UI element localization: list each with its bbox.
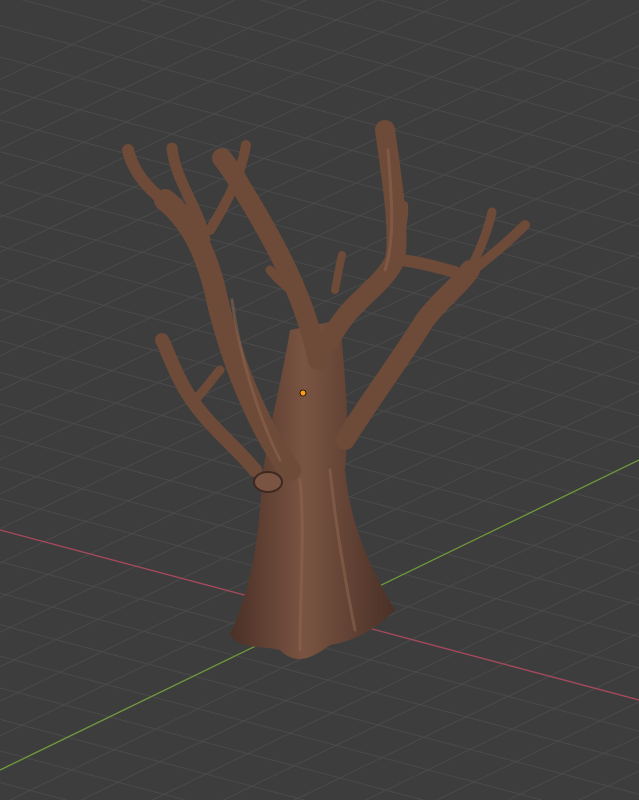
branch-stump (253, 471, 283, 493)
grid-line (141, 0, 639, 133)
grid-line (0, 25, 639, 196)
object-origin-dot (299, 389, 307, 397)
grid-line (152, 563, 639, 800)
grid-line (0, 781, 67, 800)
branch (394, 254, 461, 278)
grid-line (0, 151, 639, 322)
grid-line (0, 0, 449, 219)
grid-line (22, 0, 639, 164)
grid-line (0, 10, 639, 322)
grid-line (0, 119, 639, 291)
grid-line (0, 0, 378, 184)
grid-line (507, 735, 639, 800)
branch (396, 201, 409, 244)
grid-line (260, 0, 639, 101)
grid-line (0, 88, 639, 259)
grid-line (379, 0, 639, 70)
grid-line (0, 750, 186, 800)
3d-viewport[interactable] (0, 0, 639, 800)
grid-line (0, 0, 165, 81)
branch (331, 251, 346, 294)
grid-line (578, 770, 639, 800)
branch (320, 120, 407, 350)
viewport-canvas[interactable] (0, 0, 639, 800)
grid-line (0, 655, 542, 800)
grid-line (365, 666, 639, 800)
